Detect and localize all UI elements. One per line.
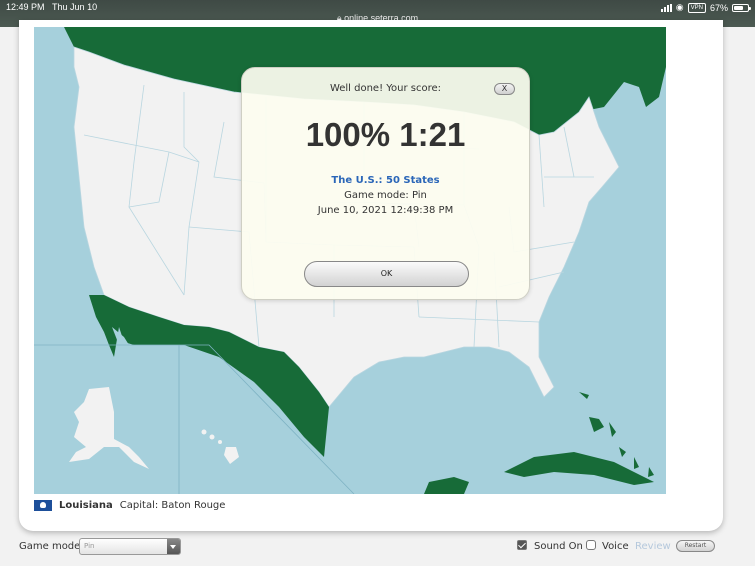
- sound-checkbox[interactable]: [517, 540, 527, 550]
- game-mode-select[interactable]: Pin: [79, 538, 181, 555]
- status-indicators: ◉ VPN 67%: [660, 2, 751, 13]
- wifi-icon: ◉: [675, 2, 684, 12]
- louisiana-flag-icon: [34, 500, 52, 511]
- quiz-title-link[interactable]: The U.S.: 50 States: [242, 175, 529, 186]
- voice-checkbox[interactable]: [586, 540, 596, 550]
- game-controls: Game mode: Pin Sound On Voice Review Res…: [0, 538, 755, 558]
- dialog-heading: Well done! Your score:: [329, 83, 442, 94]
- state-info-bar: Louisiana Capital: Baton Rouge: [34, 500, 225, 511]
- restart-button[interactable]: Restart: [676, 540, 715, 552]
- game-mode-value: Pin: [84, 542, 95, 550]
- hawaii[interactable]: [201, 429, 240, 465]
- battery-percent: 67%: [709, 2, 728, 13]
- score-value: 100% 1:21: [305, 116, 466, 153]
- chevron-down-icon: [167, 539, 180, 554]
- hispaniola: [424, 477, 469, 494]
- game-mode-label: Game mode:: [19, 541, 84, 552]
- close-button[interactable]: X: [494, 83, 515, 95]
- result-datetime: June 10, 2021 12:49:38 PM: [317, 205, 454, 216]
- battery-icon: [732, 3, 751, 12]
- status-time: 12:49 PM Thu Jun 10: [6, 2, 98, 12]
- score-dialog: Well done! Your score: X 100% 1:21 The U…: [241, 67, 530, 300]
- review-link[interactable]: Review: [635, 541, 671, 552]
- game-mode-text: Game mode: Pin: [344, 190, 427, 201]
- voice-label[interactable]: Voice: [602, 541, 629, 552]
- state-name: Louisiana: [59, 500, 113, 511]
- sound-label[interactable]: Sound On: [534, 541, 583, 552]
- state-capital: Capital: Baton Rouge: [119, 500, 226, 511]
- alaska[interactable]: [69, 387, 149, 469]
- cuba: [504, 452, 654, 485]
- vpn-icon: VPN: [687, 2, 706, 13]
- ok-button[interactable]: OK: [304, 261, 469, 287]
- signal-icon: [660, 3, 672, 12]
